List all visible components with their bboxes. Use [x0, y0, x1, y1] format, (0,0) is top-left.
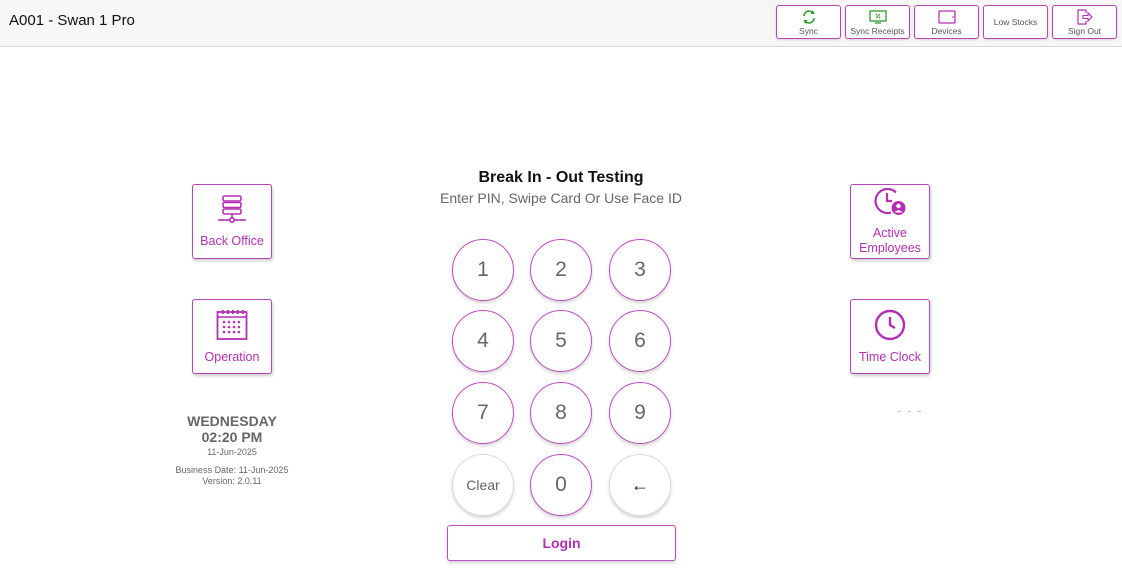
- active-employees-tile[interactable]: Active Employees: [850, 184, 930, 259]
- key-0[interactable]: 0: [530, 454, 592, 516]
- toolbar: Sync Sync Receipts Devices Low Stocks Si…: [776, 5, 1117, 39]
- devices-button[interactable]: Devices: [914, 5, 979, 39]
- time-clock-tile[interactable]: Time Clock: [850, 299, 930, 374]
- login-button[interactable]: Login: [447, 525, 676, 561]
- key-5[interactable]: 5: [530, 310, 592, 372]
- sync-receipts-label: Sync Receipts: [850, 25, 905, 36]
- clock-icon: [874, 309, 906, 346]
- datetime-panel: WEDNESDAY 02:20 PM 11-Jun-2025 Business …: [152, 413, 312, 486]
- operation-label: Operation: [204, 349, 260, 364]
- key-2[interactable]: 2: [530, 239, 592, 301]
- status-dots: [898, 411, 922, 413]
- app-title: A001 - Swan 1 Pro: [9, 12, 135, 29]
- receipt-monitor-icon: [868, 9, 887, 25]
- clock-user-icon: [874, 187, 906, 222]
- calendar-icon: [216, 309, 248, 346]
- time-clock-label: Time Clock: [858, 349, 922, 364]
- weekday-text: WEDNESDAY: [187, 413, 277, 429]
- sync-icon: [801, 9, 817, 25]
- backspace-button[interactable]: ←: [609, 454, 671, 516]
- key-6[interactable]: 6: [609, 310, 671, 372]
- sign-out-icon: [1076, 8, 1094, 25]
- server-network-icon: [216, 194, 248, 230]
- screen-title: Break In - Out Testing: [478, 169, 644, 186]
- sign-out-button[interactable]: Sign Out: [1052, 5, 1117, 39]
- operation-tile[interactable]: Operation: [192, 299, 272, 374]
- screen-subtitle: Enter PIN, Swipe Card Or Use Face ID: [440, 190, 682, 206]
- back-office-tile[interactable]: Back Office: [192, 184, 272, 259]
- business-date-text: Business Date: 11-Jun-2025: [175, 465, 289, 475]
- low-stocks-button[interactable]: Low Stocks: [983, 5, 1048, 39]
- sign-out-label: Sign Out: [1067, 25, 1102, 36]
- key-3[interactable]: 3: [609, 239, 671, 301]
- low-stocks-label: Low Stocks: [993, 17, 1038, 27]
- key-9[interactable]: 9: [609, 382, 671, 444]
- top-bar: A001 - Swan 1 Pro Sync Sync Receipts Dev…: [0, 0, 1122, 47]
- clear-button[interactable]: Clear: [452, 454, 514, 516]
- key-8[interactable]: 8: [530, 382, 592, 444]
- tablet-icon: [937, 9, 956, 25]
- back-office-label: Back Office: [200, 233, 264, 248]
- time-text: 02:20 PM: [201, 429, 263, 445]
- key-7[interactable]: 7: [452, 382, 514, 444]
- sync-receipts-button[interactable]: Sync Receipts: [845, 5, 910, 39]
- sync-label: Sync: [799, 25, 818, 36]
- active-employees-label: Active Employees: [859, 226, 921, 255]
- version-text: Version: 2.0.11: [202, 476, 262, 486]
- devices-label: Devices: [931, 25, 962, 36]
- key-1[interactable]: 1: [452, 239, 514, 301]
- key-4[interactable]: 4: [452, 310, 514, 372]
- sync-button[interactable]: Sync: [776, 5, 841, 39]
- date-text: 11-Jun-2025: [207, 447, 257, 457]
